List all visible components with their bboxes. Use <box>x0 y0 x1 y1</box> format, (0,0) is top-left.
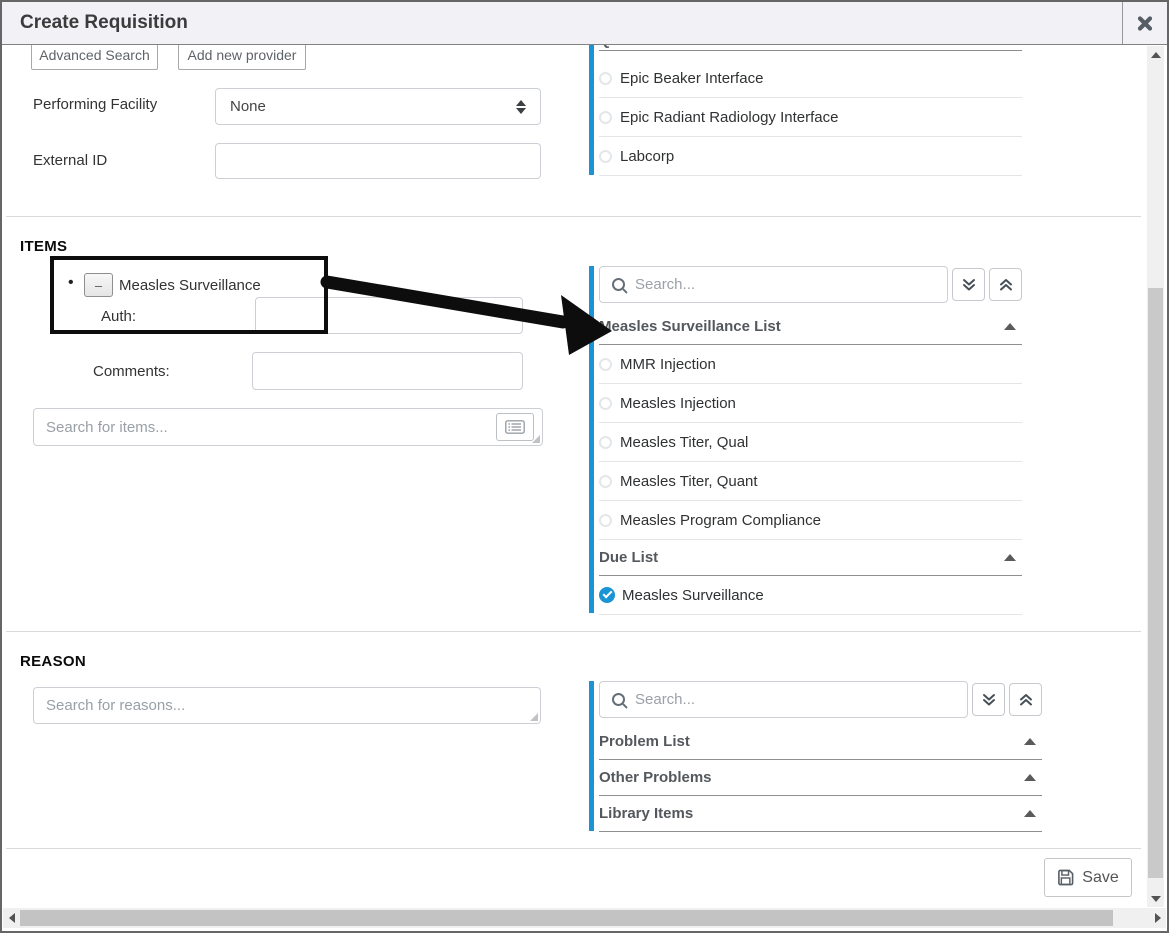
list-group-header[interactable]: Problem List <box>599 724 1042 760</box>
caret-up-icon <box>1024 774 1036 781</box>
section-divider <box>6 216 1141 217</box>
list-group-header-label: Library Items <box>599 805 693 822</box>
list-item[interactable]: Measles Titer, Quant <box>599 462 1022 501</box>
list-item-label: Measles Titer, Quant <box>620 473 758 490</box>
auth-label: Auth: <box>101 308 136 325</box>
search-icon <box>612 693 625 706</box>
close-button[interactable] <box>1122 2 1167 44</box>
performing-facility-value: None <box>230 98 516 115</box>
scroll-right-button[interactable] <box>1149 909 1166 926</box>
selected-item-label: Measles Surveillance <box>119 277 261 294</box>
checked-icon[interactable] <box>599 587 615 603</box>
list-group-header[interactable]: Due List <box>599 540 1022 576</box>
list-item[interactable]: MMR Injection <box>599 345 1022 384</box>
panel-accent-bar <box>589 681 594 831</box>
list-item-label: Epic Radiant Radiology Interface <box>620 109 838 126</box>
list-icon <box>505 420 525 434</box>
list-item[interactable]: Epic Beaker Interface <box>599 59 1022 98</box>
expand-all-button[interactable] <box>972 683 1005 716</box>
collapse-item-toggle[interactable]: – <box>84 273 113 297</box>
reason-picker-panel: Problem List Other Problems Library Items <box>589 681 1042 832</box>
double-chevron-down-icon <box>962 278 976 292</box>
performing-facility-label: Performing Facility <box>33 96 157 113</box>
reason-panel-search-input[interactable] <box>633 690 967 709</box>
list-item[interactable]: Measles Injection <box>599 384 1022 423</box>
select-arrows-icon <box>516 100 526 114</box>
radio-icon[interactable] <box>599 436 612 449</box>
close-icon <box>1137 16 1153 31</box>
radio-icon[interactable] <box>599 150 612 163</box>
list-group-header[interactable]: Other Problems <box>599 760 1042 796</box>
scroll-down-button[interactable] <box>1147 890 1164 907</box>
list-item-label: Measles Program Compliance <box>620 512 821 529</box>
list-item-label: MMR Injection <box>620 356 716 373</box>
panel-accent-bar <box>589 266 594 613</box>
modal-titlebar: Create Requisition <box>2 2 1167 45</box>
list-item[interactable]: Labcorp <box>599 137 1022 176</box>
collapse-all-button[interactable] <box>1009 683 1042 716</box>
vertical-scroll-thumb[interactable] <box>1148 288 1163 878</box>
vertical-scrollbar[interactable] <box>1147 46 1164 907</box>
scroll-up-button[interactable] <box>1147 46 1164 63</box>
scroll-left-button[interactable] <box>3 909 20 926</box>
radio-icon[interactable] <box>599 475 612 488</box>
list-group-header[interactable]: Library Items <box>599 796 1042 832</box>
list-item-label: Measles Injection <box>620 395 736 412</box>
caret-up-icon <box>1004 323 1016 330</box>
comments-input[interactable] <box>252 352 523 390</box>
double-chevron-up-icon <box>1019 693 1033 707</box>
list-item-label: Measles Surveillance <box>622 587 764 604</box>
radio-icon[interactable] <box>599 514 612 527</box>
list-item[interactable]: Measles Titer, Qual <box>599 423 1022 462</box>
external-id-input[interactable] <box>215 143 541 179</box>
list-group-header-label: Problem List <box>599 733 690 750</box>
list-group-header-label: Other Problems <box>599 769 712 786</box>
collapse-all-button[interactable] <box>989 268 1022 301</box>
item-bullet: • <box>68 274 74 292</box>
item-list-picker-button[interactable] <box>496 413 534 441</box>
items-search-input[interactable] <box>33 408 543 446</box>
caret-up-icon <box>1024 738 1036 745</box>
list-group-header-label: Due List <box>599 549 658 566</box>
items-picker-panel: Measles Surveillance List MMR Injection Me… <box>589 266 1022 615</box>
performing-facility-select[interactable]: None <box>215 88 541 125</box>
modal-title: Create Requisition <box>20 12 188 34</box>
list-item-label: Labcorp <box>620 148 674 165</box>
horizontal-scroll-thumb[interactable] <box>20 910 1113 926</box>
caret-up-icon <box>1004 554 1016 561</box>
list-item[interactable]: Measles Program Compliance <box>599 501 1022 540</box>
auth-input[interactable] <box>255 297 523 334</box>
list-item-label: Measles Titer, Qual <box>620 434 748 451</box>
expand-all-button[interactable] <box>952 268 985 301</box>
reason-section-header: REASON <box>20 653 86 670</box>
double-chevron-down-icon <box>982 693 996 707</box>
search-icon <box>612 278 625 291</box>
horizontal-scrollbar[interactable] <box>3 908 1166 928</box>
quick-list-panel: Quick List Epic Beaker InterfaceEpic Rad… <box>589 30 1022 176</box>
external-id-label: External ID <box>33 152 107 169</box>
list-group-header-label: Measles Surveillance List <box>599 318 781 335</box>
list-item[interactable]: Measles Surveillance <box>599 576 1022 615</box>
comments-label: Comments: <box>93 363 170 380</box>
items-panel-search-input[interactable] <box>633 275 947 294</box>
radio-icon[interactable] <box>599 72 612 85</box>
save-floppy-icon <box>1057 869 1074 886</box>
footer-divider <box>6 848 1141 849</box>
save-button[interactable]: Save <box>1044 858 1132 897</box>
double-chevron-up-icon <box>999 278 1013 292</box>
radio-icon[interactable] <box>599 397 612 410</box>
radio-icon[interactable] <box>599 111 612 124</box>
section-divider <box>6 631 1141 632</box>
list-item-label: Epic Beaker Interface <box>620 70 763 87</box>
caret-up-icon <box>1024 810 1036 817</box>
panel-accent-bar <box>589 30 594 175</box>
reason-search-input[interactable] <box>33 687 541 724</box>
radio-icon[interactable] <box>599 358 612 371</box>
items-section-header: ITEMS <box>20 238 67 255</box>
list-item[interactable]: Epic Radiant Radiology Interface <box>599 98 1022 137</box>
list-group-header[interactable]: Measles Surveillance List <box>599 309 1022 345</box>
